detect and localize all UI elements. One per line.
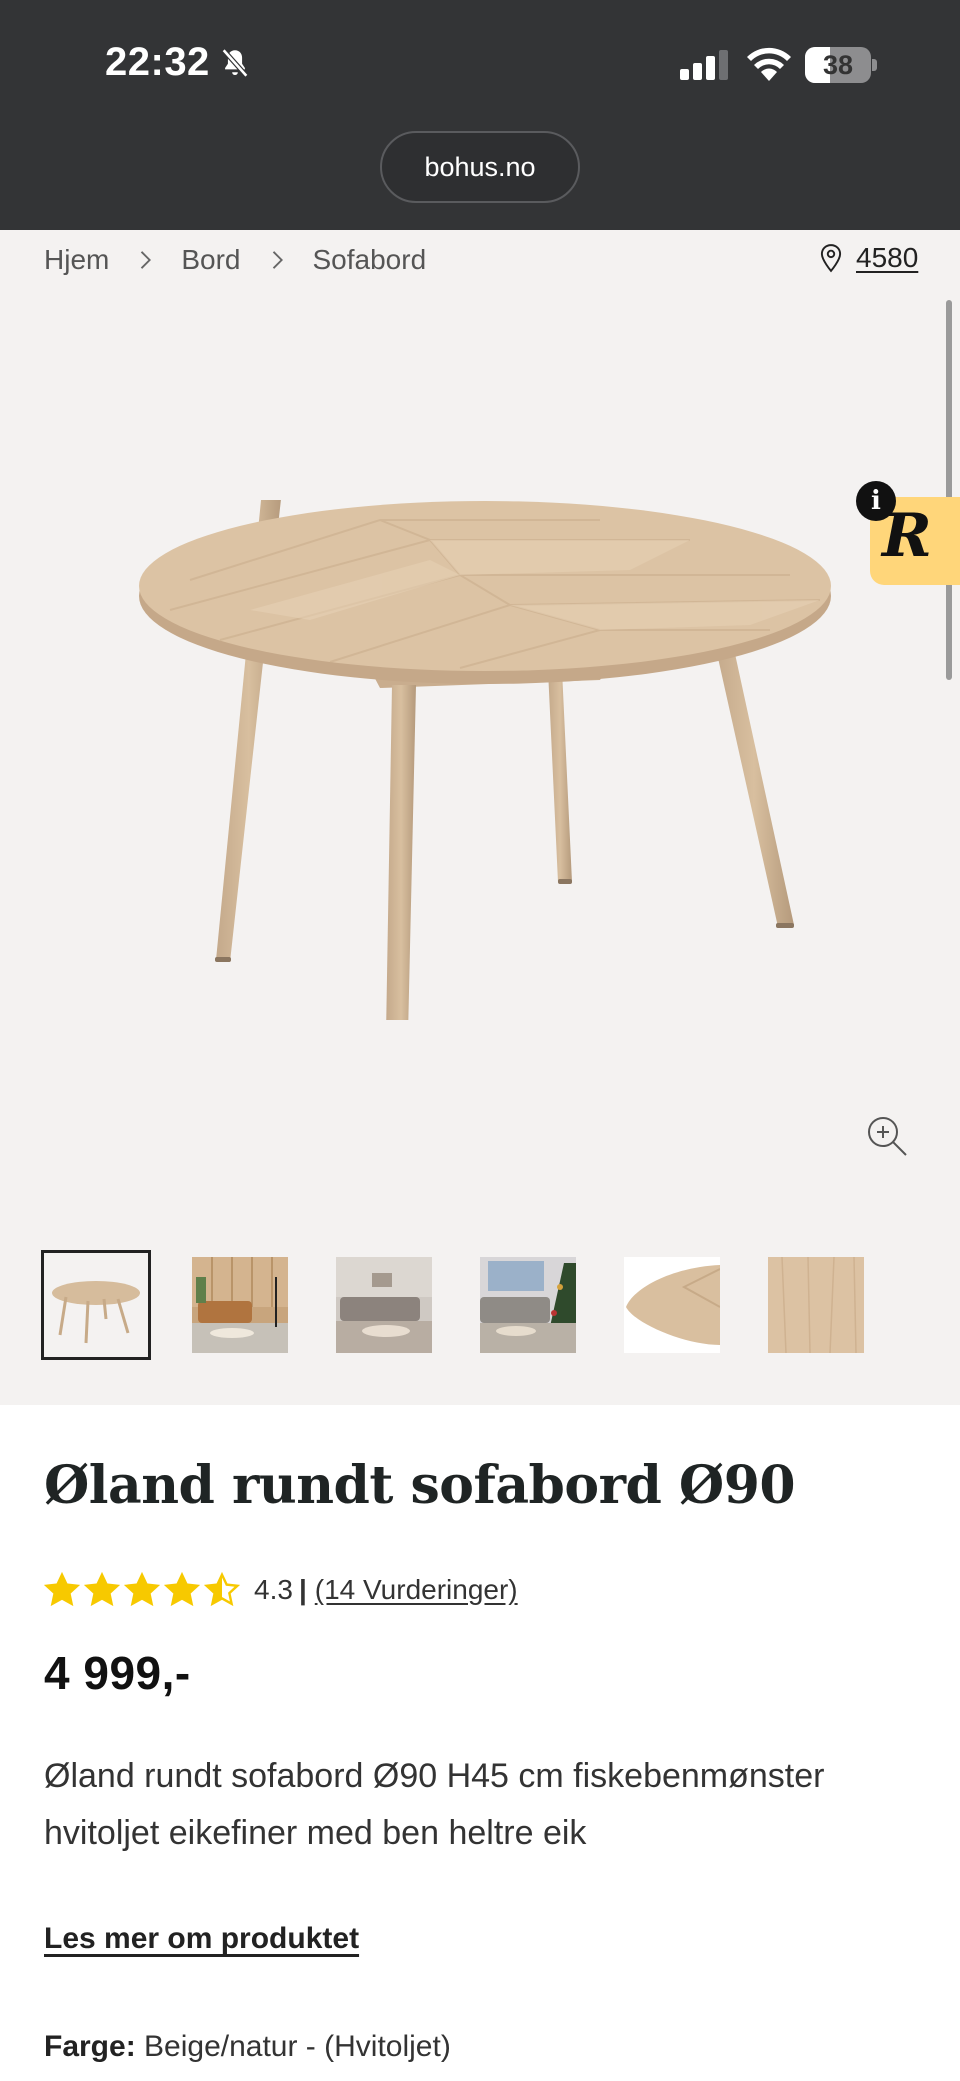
breadcrumb: Hjem Bord Sofabord <box>44 244 426 276</box>
store-selector[interactable]: 4580 <box>818 242 918 274</box>
address-bar[interactable]: bohus.no <box>380 131 580 203</box>
star-icon <box>204 1572 240 1607</box>
scrollbar[interactable] <box>946 300 952 680</box>
zoom-in-icon[interactable] <box>866 1115 908 1157</box>
product-rating: 4.3 | (14 Vurderinger) <box>44 1572 518 1608</box>
rating-stars <box>44 1572 240 1608</box>
thumbnail-6[interactable] <box>764 1253 868 1357</box>
thumbnail-5[interactable] <box>620 1253 724 1357</box>
product-gallery: Hjem Bord Sofabord 4580 <box>0 230 960 1405</box>
cellular-signal-icon <box>680 50 728 80</box>
product-image[interactable] <box>130 500 850 1020</box>
store-number[interactable]: 4580 <box>856 242 918 274</box>
muted-bell-icon <box>221 48 248 77</box>
star-icon <box>84 1572 120 1607</box>
color-label: Farge: <box>44 2030 136 2063</box>
product-price: 4 999,- <box>44 1647 191 1699</box>
wifi-icon <box>747 47 791 81</box>
product-title: Øland rundt sofabord Ø90 <box>44 1455 796 1516</box>
battery-percent: 38 <box>822 50 854 80</box>
thumbnail-1[interactable] <box>41 1250 151 1360</box>
chevron-right-icon <box>272 251 283 269</box>
chevron-right-icon <box>141 251 152 269</box>
product-description: Øland rundt sofabord Ø90 H45 cm fiskeben… <box>44 1757 825 1852</box>
thumbnail-3[interactable] <box>332 1253 436 1357</box>
breadcrumb-item-sofabord[interactable]: Sofabord <box>313 244 427 276</box>
status-time: 22:32 <box>105 40 252 85</box>
color-value: Beige/natur - (Hvitoljet) <box>144 2030 451 2063</box>
thumbnail-strip <box>41 1250 868 1360</box>
breadcrumb-item-hjem[interactable]: Hjem <box>44 244 109 276</box>
star-icon <box>44 1572 80 1607</box>
read-more-link[interactable]: Les mer om produktet <box>44 1922 359 1956</box>
status-and-url-bar: 22:32 38 bohus.no <box>0 0 960 230</box>
breadcrumb-item-bord[interactable]: Bord <box>181 244 240 276</box>
rating-separator: | <box>298 1574 307 1605</box>
battery-icon: 38 <box>805 47 877 83</box>
info-icon[interactable]: i <box>856 481 896 521</box>
star-icon <box>164 1572 200 1607</box>
star-icon <box>124 1572 160 1607</box>
thumbnail-4[interactable] <box>476 1253 580 1357</box>
thumbnail-2[interactable] <box>188 1253 292 1357</box>
rating-score: 4.3 <box>254 1574 293 1605</box>
location-pin-icon <box>820 244 842 273</box>
color-row: Farge: Beige/natur - (Hvitoljet) <box>44 2030 451 2064</box>
reviews-link[interactable]: (14 Vurderinger) <box>315 1574 518 1606</box>
